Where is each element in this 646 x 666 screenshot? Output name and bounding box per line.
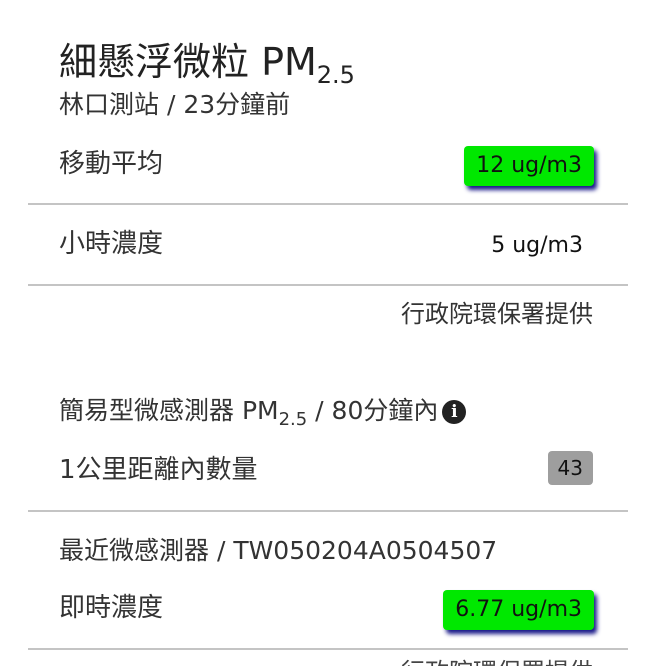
realtime-concentration-label: 即時濃度 xyxy=(59,593,164,623)
info-icon[interactable]: i xyxy=(442,400,467,424)
moving-average-badge: 12 ug/m3 xyxy=(464,146,594,186)
sensor-heading-main: 簡易型微感測器 PM xyxy=(59,396,279,425)
sensor-heading-suffix: / 80分鐘內 xyxy=(307,396,439,425)
hourly-concentration-value: 5 ug/m3 xyxy=(491,233,583,258)
divider xyxy=(28,510,628,512)
air-quality-card: 細懸浮微粒 PM2.5 林口測站 / 23分鐘前 移動平均 12 ug/m3 小… xyxy=(0,0,646,666)
moving-average-label: 移動平均 xyxy=(59,149,164,179)
divider xyxy=(28,284,628,286)
nearest-sensor-label: 最近微感測器 / TW050204A0504507 xyxy=(59,536,498,565)
sensor-count-badge: 43 xyxy=(547,451,593,485)
hourly-concentration-label: 小時濃度 xyxy=(59,229,164,259)
title-main: 細懸浮微粒 PM xyxy=(59,40,317,84)
title-subscript: 2.5 xyxy=(316,61,355,89)
sensor-heading-subscript: 2.5 xyxy=(278,409,308,430)
data-credit: 行政院環保署提供 xyxy=(401,300,593,328)
divider xyxy=(28,203,628,205)
sensor-section-heading: 簡易型微感測器 PM2.5 / 80分鐘內 i xyxy=(59,394,467,437)
data-credit-cutoff: 行政院環保署提供 xyxy=(401,656,593,666)
realtime-concentration-badge: 6.77 ug/m3 xyxy=(443,590,594,630)
station-subtitle: 林口測站 / 23分鐘前 xyxy=(59,90,291,119)
divider xyxy=(28,648,628,650)
sensor-count-label: 1公里距離內數量 xyxy=(59,455,258,485)
